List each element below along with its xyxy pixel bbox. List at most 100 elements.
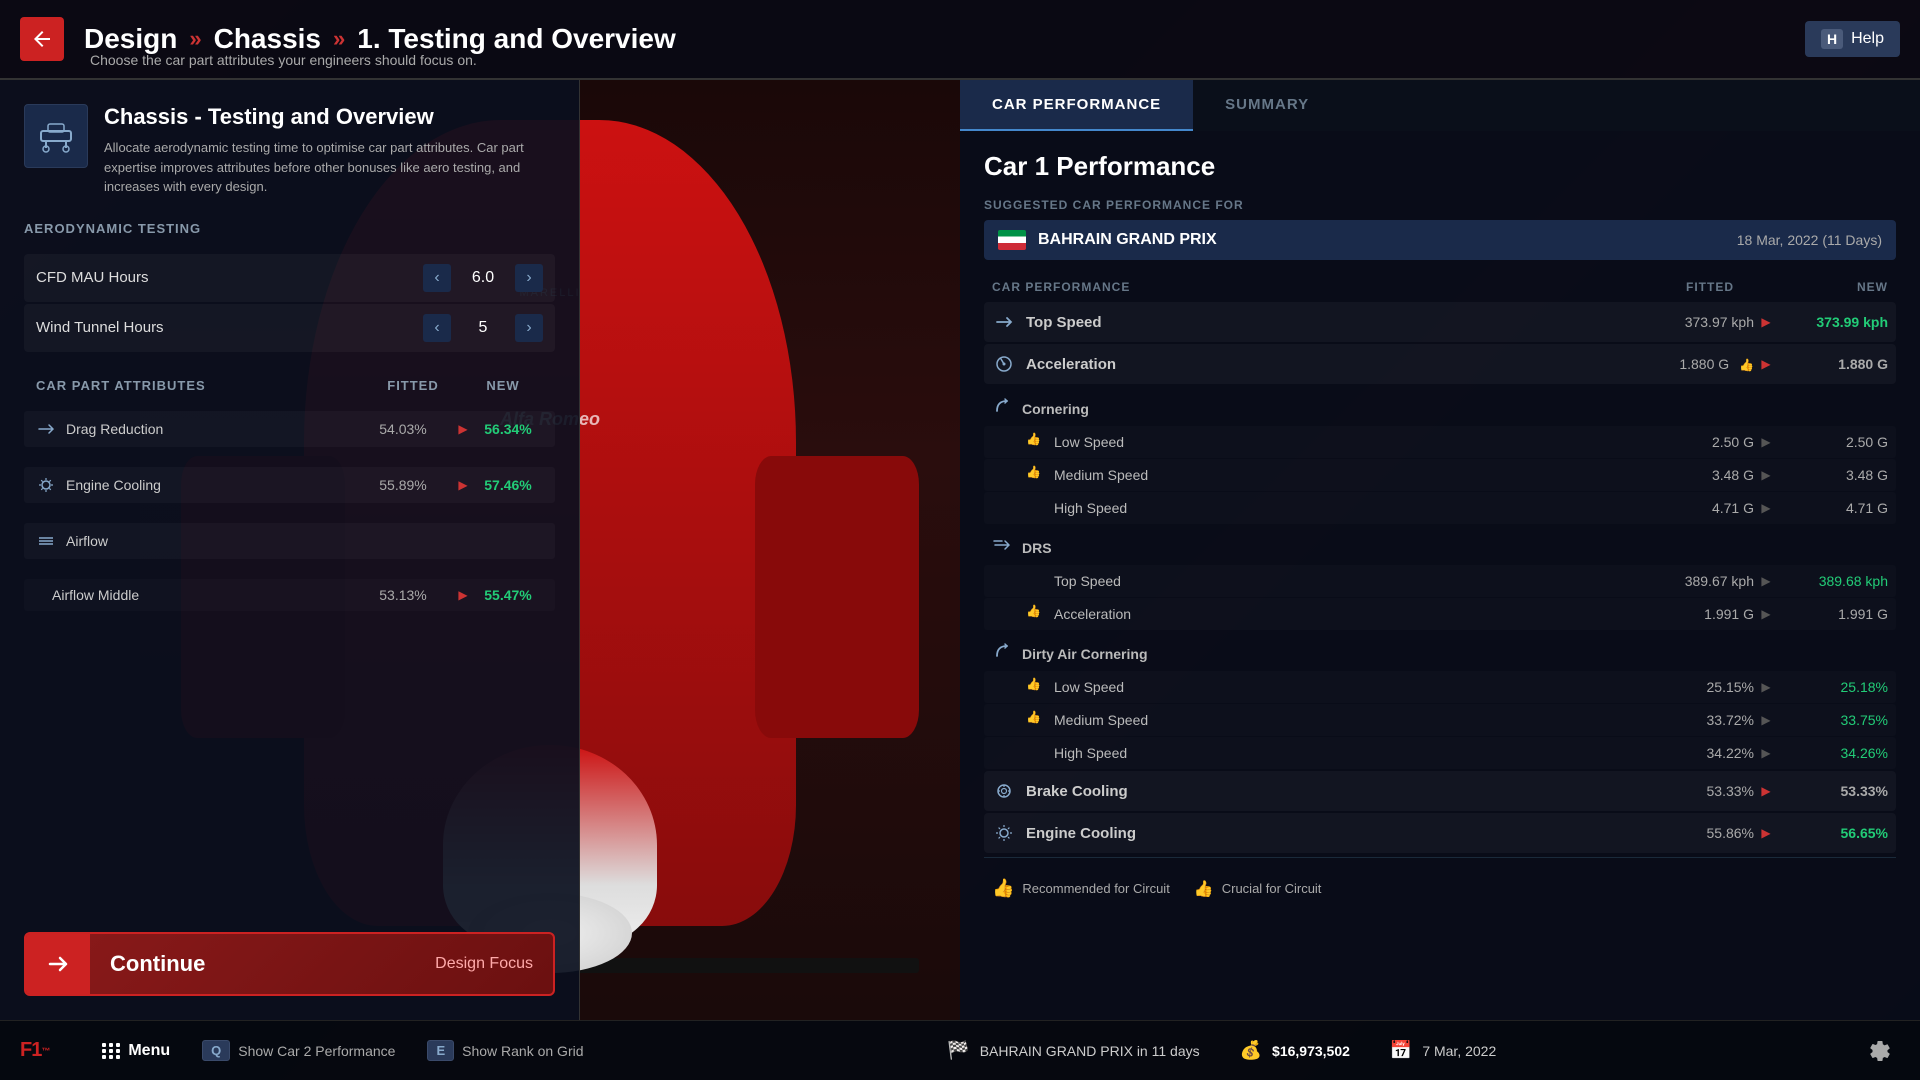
tab-car-performance[interactable]: CAR PERFORMANCE [960, 80, 1193, 131]
drs-accel-thumb: 👍 [1026, 604, 1046, 624]
top-speed-fitted: 373.97 kph [1624, 314, 1754, 330]
cornering-high-thumb [1026, 498, 1046, 518]
drs-top-thumb [1026, 571, 1046, 591]
airflow-icon [36, 531, 56, 551]
cornering-high-new: 4.71 G [1778, 500, 1888, 516]
cornering-high-label: High Speed [1054, 500, 1624, 516]
airflow-middle-name: Airflow Middle [52, 587, 353, 603]
money-value: $16,973,502 [1272, 1043, 1350, 1059]
drs-top-fitted: 389.67 kph [1624, 573, 1754, 589]
panel-description: Allocate aerodynamic testing time to opt… [104, 138, 555, 197]
attributes-header: CAR PART ATTRIBUTES FITTED NEW [24, 370, 555, 393]
engine-cooling-perf-new: 56.65% [1778, 825, 1888, 841]
drs-accel-row: 👍 Acceleration 1.991 G ▶ 1.991 G [984, 598, 1896, 630]
continue-button[interactable]: Continue Design Focus [24, 932, 555, 996]
settings-button[interactable] [1860, 1031, 1900, 1071]
crucial-icon: 👍 [1194, 879, 1214, 899]
cornering-icon [992, 396, 1012, 421]
dirty-air-high-label: High Speed [1054, 745, 1624, 761]
cornering-high-fitted: 4.71 G [1624, 500, 1754, 516]
divider [984, 857, 1896, 858]
aero-rows: CFD MAU Hours ‹ 6.0 › Wind Tunnel Hours … [24, 252, 555, 354]
panel-title-area: Chassis - Testing and Overview Allocate … [104, 104, 555, 197]
recommended-label: Recommended for Circuit [1022, 881, 1169, 896]
airflow-middle-row: Airflow Middle 53.13% ▶ 55.47% [24, 579, 555, 611]
crucial-label: Crucial for Circuit [1222, 881, 1322, 896]
drs-top-new: 389.68 kph [1778, 573, 1888, 589]
cornering-low-new: 2.50 G [1778, 434, 1888, 450]
dirty-air-high-fitted: 34.22% [1624, 745, 1754, 761]
cornering-low-speed-row: 👍 Low Speed 2.50 G ▶ 2.50 G [984, 426, 1896, 458]
grand-prix-row: BAHRAIN GRAND PRIX 18 Mar, 2022 (11 Days… [984, 220, 1896, 260]
airflow-name: Airflow [66, 533, 353, 549]
continue-label: Continue [90, 951, 435, 977]
wind-tunnel-increase[interactable]: › [515, 314, 543, 342]
drs-accel-new: 1.991 G [1778, 606, 1888, 622]
car1-title: Car 1 Performance [984, 151, 1896, 182]
brake-cooling-icon [992, 779, 1016, 803]
cornering-low-label: Low Speed [1054, 434, 1624, 450]
wind-tunnel-decrease[interactable]: ‹ [423, 314, 451, 342]
gp-name: BAHRAIN GRAND PRIX [1038, 231, 1725, 249]
airflow-row: Airflow [24, 523, 555, 559]
drag-reduction-row: Drag Reduction 54.03% ▶ 56.34% [24, 411, 555, 447]
drag-reduction-arrow: ▶ [453, 422, 473, 436]
top-speed-icon [992, 310, 1016, 334]
dirty-air-med-fitted: 33.72% [1624, 712, 1754, 728]
cornering-low-fitted: 2.50 G [1624, 434, 1754, 450]
cfd-decrease[interactable]: ‹ [423, 264, 451, 292]
engine-cooling-new: 57.46% [473, 477, 543, 493]
acceleration-row: Acceleration 1.880 G 👍 ▶ 1.880 G [984, 344, 1896, 384]
f1-logo: F1 ™ [20, 1039, 50, 1062]
tab-summary[interactable]: SUMMARY [1193, 80, 1341, 131]
perf-header-row: CAR PERFORMANCE FITTED NEW [984, 276, 1896, 298]
drs-top-label: Top Speed [1054, 573, 1624, 589]
menu-label: Menu [128, 1042, 170, 1060]
acceleration-fitted: 1.880 G 👍 [1624, 356, 1754, 372]
money-icon: 💰 [1240, 1040, 1262, 1061]
dirty-air-icon [992, 641, 1012, 666]
drag-reduction-new: 56.34% [473, 421, 543, 437]
cfd-increase[interactable]: › [515, 264, 543, 292]
right-tabs: CAR PERFORMANCE SUMMARY [960, 80, 1920, 131]
show-rank-shortcut: E Show Rank on Grid [427, 1040, 583, 1061]
airflow-middle-fitted: 53.13% [353, 587, 453, 603]
panel-header: Chassis - Testing and Overview Allocate … [24, 104, 555, 197]
calendar-icon: 📅 [1390, 1040, 1412, 1061]
perf-new-col-header: NEW [1758, 280, 1888, 294]
legend-row: 👍 Recommended for Circuit 👍 Crucial for … [984, 866, 1896, 911]
acceleration-label: Acceleration [1026, 356, 1624, 373]
dirty-air-med-arrow: ▶ [1754, 713, 1778, 727]
engine-cooling-icon [36, 475, 56, 495]
engine-cooling-perf-arrow: ▶ [1754, 826, 1778, 840]
recommended-icon: 👍 [992, 878, 1014, 899]
dirty-air-label: Dirty Air Cornering [1022, 646, 1148, 662]
gp-bottom-info: 🏁 BAHRAIN GRAND PRIX in 11 days [947, 1040, 1199, 1061]
cornering-med-arrow: ▶ [1754, 468, 1778, 482]
back-button[interactable] [20, 17, 64, 61]
cornering-med-fitted: 3.48 G [1624, 467, 1754, 483]
drs-accel-label: Acceleration [1054, 606, 1624, 622]
money-info: 💰 $16,973,502 [1240, 1040, 1350, 1061]
gp-bottom-text: BAHRAIN GRAND PRIX in 11 days [980, 1043, 1200, 1059]
cfd-stepper: ‹ 6.0 › [423, 264, 543, 292]
breadcrumb-design: Design [84, 23, 177, 55]
help-key: H [1821, 29, 1843, 49]
airflow-middle-new: 55.47% [473, 587, 543, 603]
cornering-high-speed-row: High Speed 4.71 G ▶ 4.71 G [984, 492, 1896, 524]
dirty-air-low-thumb: 👍 [1026, 677, 1046, 697]
engine-cooling-row: Engine Cooling 55.89% ▶ 57.46% [24, 467, 555, 503]
drag-reduction-fitted: 54.03% [353, 421, 453, 437]
menu-button[interactable]: Menu [102, 1042, 170, 1060]
help-button[interactable]: H Help [1805, 21, 1900, 57]
dirty-air-low-arrow: ▶ [1754, 680, 1778, 694]
acceleration-new: 1.880 G [1778, 356, 1888, 372]
chassis-icon [24, 104, 88, 168]
top-speed-row: Top Speed 373.97 kph ▶ 373.99 kph [984, 302, 1896, 342]
engine-cooling-perf-icon [992, 821, 1016, 845]
aero-section-label: AERODYNAMIC TESTING [24, 221, 555, 236]
cornering-med-new: 3.48 G [1778, 467, 1888, 483]
engine-cooling-perf-row: Engine Cooling 55.86% ▶ 56.65% [984, 813, 1896, 853]
cfd-row: CFD MAU Hours ‹ 6.0 › [24, 254, 555, 302]
show-rank-label: Show Rank on Grid [462, 1043, 583, 1059]
